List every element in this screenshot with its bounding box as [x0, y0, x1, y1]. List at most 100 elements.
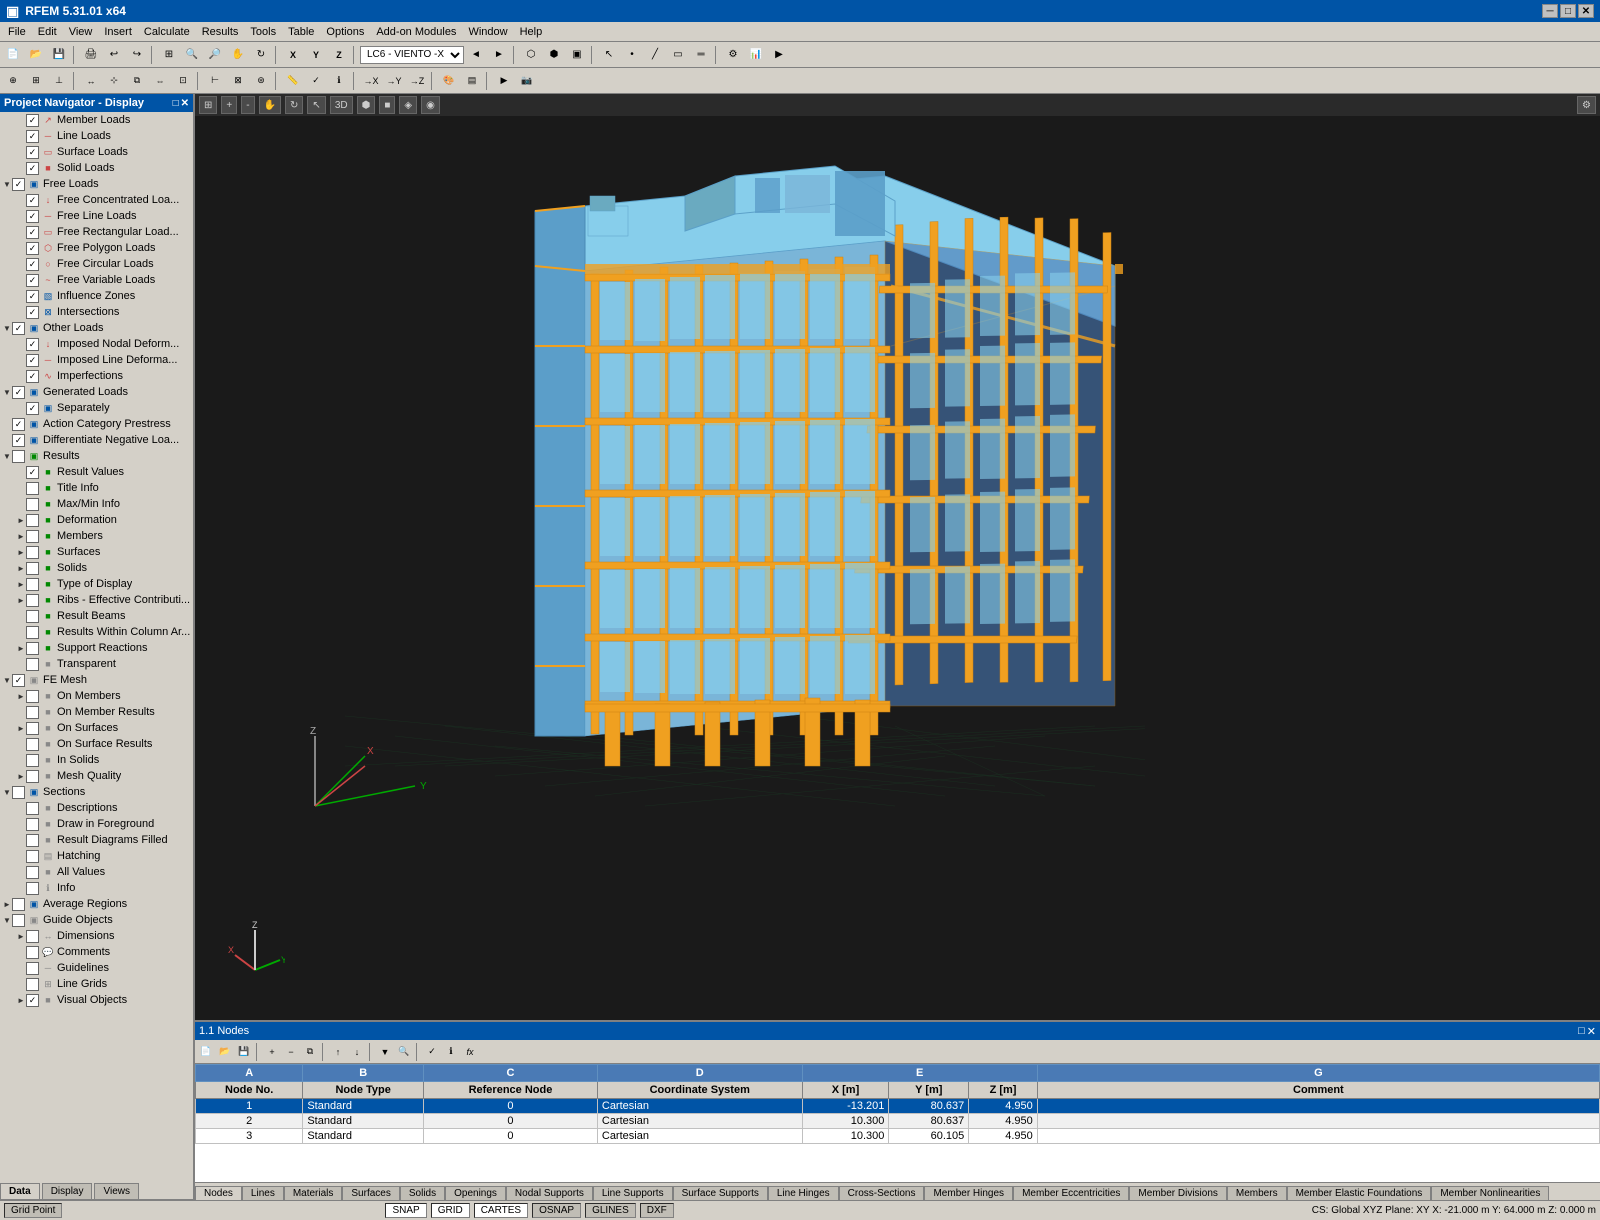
dt-down[interactable]: ↓: [348, 1043, 366, 1061]
checkbox-free-variable[interactable]: ✓: [26, 274, 39, 287]
checkbox-free-circular[interactable]: ✓: [26, 258, 39, 271]
tree-item-on-members[interactable]: ►■On Members: [0, 688, 193, 704]
panel-float-btn[interactable]: □: [173, 98, 179, 109]
tree-item-surface-loads[interactable]: ✓▭Surface Loads: [0, 144, 193, 160]
data-tab-surface-supports[interactable]: Surface Supports: [673, 1186, 768, 1200]
checkbox-separately[interactable]: ✓: [26, 402, 39, 415]
checkbox-line-loads[interactable]: ✓: [26, 130, 39, 143]
dt-del[interactable]: −: [282, 1043, 300, 1061]
mirror-btn[interactable]: ⇔: [149, 70, 171, 92]
tree-item-hatching[interactable]: ▤Hatching: [0, 848, 193, 864]
tree-item-differentiate-negative[interactable]: ✓▣Differentiate Negative Loa...: [0, 432, 193, 448]
tree-item-free-concentrated[interactable]: ✓↓Free Concentrated Loa...: [0, 192, 193, 208]
dt-check[interactable]: ✓: [423, 1043, 441, 1061]
checkbox-solid-loads[interactable]: ✓: [26, 162, 39, 175]
redo-btn[interactable]: ↪: [126, 44, 148, 66]
load-dir-x-btn[interactable]: →X: [360, 70, 382, 92]
tree-item-result-diagrams-filled[interactable]: ■Result Diagrams Filled: [0, 832, 193, 848]
vp-select[interactable]: ↖: [307, 96, 325, 114]
table-row-1[interactable]: 1 Standard 0 Cartesian -13.201 80.637 4.…: [196, 1099, 1600, 1114]
copy-btn[interactable]: ⧉: [126, 70, 148, 92]
checkbox-result-diagrams-filled[interactable]: [26, 834, 39, 847]
load-dir-z-btn[interactable]: →Z: [406, 70, 428, 92]
data-tab-member-hinges[interactable]: Member Hinges: [924, 1186, 1013, 1200]
snap-btn[interactable]: ⊕: [2, 70, 24, 92]
tree-item-comments[interactable]: 💬Comments: [0, 944, 193, 960]
menu-edit[interactable]: Edit: [32, 24, 63, 40]
checkbox-surfaces[interactable]: [26, 546, 39, 559]
view-y-btn[interactable]: Y: [305, 44, 327, 66]
tree-item-on-surface-results[interactable]: ■On Surface Results: [0, 736, 193, 752]
tree-item-all-values[interactable]: ■All Values: [0, 864, 193, 880]
checkbox-on-surfaces[interactable]: [26, 722, 39, 735]
dt-save[interactable]: 💾: [235, 1043, 253, 1061]
checkbox-draw-foreground[interactable]: [26, 818, 39, 831]
tree-arrow-mesh-quality[interactable]: ►: [16, 772, 26, 781]
tree-item-surfaces[interactable]: ►■Surfaces: [0, 544, 193, 560]
menu-view[interactable]: View: [63, 24, 99, 40]
checkbox-imperfections[interactable]: ✓: [26, 370, 39, 383]
tree-item-member-loads[interactable]: ✓↗Member Loads: [0, 112, 193, 128]
table-row-3[interactable]: 3 Standard 0 Cartesian 10.300 60.105 4.9…: [196, 1129, 1600, 1144]
view-x-btn[interactable]: X: [282, 44, 304, 66]
checkbox-results-within-column[interactable]: [26, 626, 39, 639]
checkbox-transparent[interactable]: [26, 658, 39, 671]
zoom-in-btn[interactable]: 🔍: [181, 44, 203, 66]
menu-insert[interactable]: Insert: [98, 24, 138, 40]
check-btn[interactable]: ✓: [305, 70, 327, 92]
tree-item-guide-objects[interactable]: ▼▣Guide Objects: [0, 912, 193, 928]
dim-btn[interactable]: ↔: [80, 70, 102, 92]
status-snap[interactable]: SNAP: [385, 1203, 426, 1218]
tree-item-generated-loads[interactable]: ▼✓▣Generated Loads: [0, 384, 193, 400]
data-tab-solids[interactable]: Solids: [400, 1186, 445, 1200]
tree-item-influence-zones[interactable]: ✓▧Influence Zones: [0, 288, 193, 304]
render-btn[interactable]: ⬡: [520, 44, 542, 66]
checkbox-title-info[interactable]: [26, 482, 39, 495]
close-button[interactable]: ✕: [1578, 4, 1594, 18]
tree-item-solid-loads[interactable]: ✓■Solid Loads: [0, 160, 193, 176]
data-tab-openings[interactable]: Openings: [445, 1186, 506, 1200]
tree-arrow-generated-loads[interactable]: ▼: [2, 388, 12, 397]
checkbox-action-category[interactable]: ✓: [12, 418, 25, 431]
tree-item-imperfections[interactable]: ✓∿Imperfections: [0, 368, 193, 384]
checkbox-results[interactable]: [12, 450, 25, 463]
checkbox-line-grids[interactable]: [26, 978, 39, 991]
checkbox-max-min-info[interactable]: [26, 498, 39, 511]
menu-options[interactable]: Options: [320, 24, 370, 40]
loadcase-combo[interactable]: LC6 - VIENTO -X: [360, 46, 464, 64]
tree-item-other-loads[interactable]: ▼✓▣Other Loads: [0, 320, 193, 336]
tree-item-fe-mesh[interactable]: ▼✓▣FE Mesh: [0, 672, 193, 688]
rotate-btn[interactable]: ↻: [250, 44, 272, 66]
status-grid[interactable]: GRID: [431, 1203, 470, 1218]
checkbox-free-loads[interactable]: ✓: [12, 178, 25, 191]
tree-item-results-within-column[interactable]: ■Results Within Column Ar...: [0, 624, 193, 640]
select-btn[interactable]: ↖: [598, 44, 620, 66]
project-btn[interactable]: ⊛: [250, 70, 272, 92]
checkbox-intersections[interactable]: ✓: [26, 306, 39, 319]
tree-item-draw-foreground[interactable]: ■Draw in Foreground: [0, 816, 193, 832]
tree-item-free-rectangular[interactable]: ✓▭Free Rectangular Load...: [0, 224, 193, 240]
dt-copy[interactable]: ⧉: [301, 1043, 319, 1061]
data-tab-line-hinges[interactable]: Line Hinges: [768, 1186, 839, 1200]
checkbox-type-of-display[interactable]: [26, 578, 39, 591]
data-tab-member-nonlinearities[interactable]: Member Nonlinearities: [1431, 1186, 1549, 1200]
checkbox-result-beams[interactable]: [26, 610, 39, 623]
tree-arrow-deformation[interactable]: ►: [16, 516, 26, 525]
dt-new[interactable]: 📄: [197, 1043, 215, 1061]
save-btn[interactable]: 💾: [48, 44, 70, 66]
checkbox-average-regions[interactable]: [12, 898, 25, 911]
tree-item-results[interactable]: ▼▣Results: [0, 448, 193, 464]
vp-zoom-in[interactable]: +: [221, 96, 237, 114]
info-btn[interactable]: ℹ: [328, 70, 350, 92]
tab-views[interactable]: Views: [94, 1183, 139, 1199]
status-osnap[interactable]: OSNAP: [532, 1203, 581, 1218]
checkbox-free-line[interactable]: ✓: [26, 210, 39, 223]
tree-item-free-circular[interactable]: ✓○Free Circular Loads: [0, 256, 193, 272]
data-tab-nodes[interactable]: Nodes: [195, 1186, 242, 1200]
vp-rotate[interactable]: ↻: [285, 96, 303, 114]
tree-arrow-surfaces[interactable]: ►: [16, 548, 26, 557]
tree-item-result-values[interactable]: ✓■Result Values: [0, 464, 193, 480]
checkbox-support-reactions[interactable]: [26, 642, 39, 655]
checkbox-guidelines[interactable]: [26, 962, 39, 975]
tree-item-sections[interactable]: ▼▣Sections: [0, 784, 193, 800]
